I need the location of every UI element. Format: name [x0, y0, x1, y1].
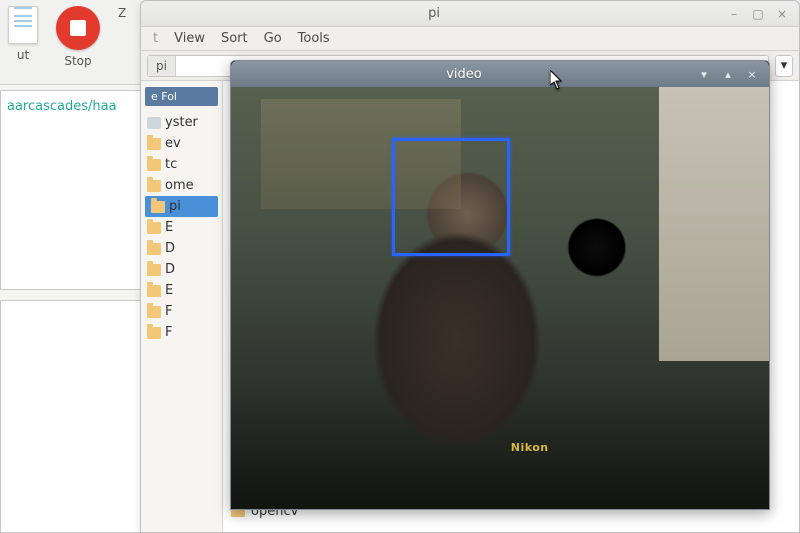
document-icon[interactable]: [8, 6, 38, 44]
folder-icon: [147, 138, 161, 150]
sidebar-item[interactable]: D: [141, 259, 222, 280]
sidebar-item[interactable]: tc: [141, 154, 222, 175]
folder-icon: [147, 264, 161, 276]
ide-toolbar: ut Stop Z: [0, 0, 159, 85]
sidebar-item-label: D: [165, 241, 175, 256]
stop-label: Stop: [64, 54, 91, 68]
maximize-icon[interactable]: ▴: [721, 67, 735, 81]
chevron-down-icon: ▾: [781, 58, 788, 73]
folder-icon: [147, 285, 161, 297]
close-icon[interactable]: ×: [775, 7, 789, 21]
sidebar-item-label: ome: [165, 178, 194, 193]
stop-icon: [70, 20, 86, 36]
fm-window-controls: – ▢ ×: [727, 7, 799, 21]
editor-text: aarcascades/haa: [7, 99, 117, 114]
fm-path-segment[interactable]: pi: [148, 56, 176, 76]
video-window: video ▾ ▴ × Nikon: [230, 60, 770, 510]
menu-item-tools[interactable]: Tools: [298, 31, 330, 46]
sidebar-item[interactable]: E: [141, 217, 222, 238]
ide-stop-tool: Stop: [56, 6, 100, 68]
sidebar-item-label: D: [165, 262, 175, 277]
folder-icon: [147, 306, 161, 318]
menu-item-go[interactable]: Go: [264, 31, 282, 46]
sidebar-item[interactable]: E: [141, 280, 222, 301]
sidebar-item[interactable]: F: [141, 301, 222, 322]
fm-menubar: t View Sort Go Tools: [141, 27, 799, 51]
sidebar-item[interactable]: F: [141, 322, 222, 343]
menu-item-view[interactable]: View: [174, 31, 205, 46]
ide-panel: ut Stop Z aarcascades/haa: [0, 0, 160, 533]
sidebar-item[interactable]: yster: [141, 112, 222, 133]
sidebar-item-label: E: [165, 220, 173, 235]
video-canvas: Nikon: [231, 87, 769, 509]
menu-item-sort[interactable]: Sort: [221, 31, 248, 46]
close-icon[interactable]: ×: [745, 67, 759, 81]
folder-icon: [151, 201, 165, 213]
sidebar-item-label: F: [165, 304, 172, 319]
folder-icon: [147, 159, 161, 171]
sidebar-item-label: yster: [165, 115, 198, 130]
ide-zoom-tool: Z: [118, 6, 126, 20]
minimize-icon[interactable]: ▾: [697, 67, 711, 81]
fm-path-dropdown[interactable]: ▾: [775, 55, 793, 77]
minimize-icon[interactable]: –: [727, 7, 741, 21]
menu-item-trunc[interactable]: t: [153, 31, 158, 46]
sidebar-item[interactable]: ome: [141, 175, 222, 196]
ide-ut-label: ut: [17, 48, 29, 62]
ide-editor[interactable]: aarcascades/haa: [0, 90, 159, 290]
sidebar-item-label: pi: [169, 199, 181, 214]
video-window-controls: ▾ ▴ ×: [697, 67, 769, 81]
video-title: video: [231, 67, 697, 82]
ide-doc-tool: ut: [8, 6, 38, 62]
sidebar-item-pi[interactable]: pi: [145, 196, 218, 217]
fm-title: pi: [141, 6, 727, 21]
folder-icon: [147, 327, 161, 339]
face-detection-box: [392, 138, 510, 256]
stop-button[interactable]: [56, 6, 100, 50]
background-wall: [659, 87, 769, 361]
sidebar-header: e Fol: [145, 87, 218, 106]
fm-sidebar: e Fol yster ev tc ome pi E D D E F F: [141, 81, 223, 532]
sidebar-item-label: F: [165, 325, 172, 340]
sidebar-item[interactable]: D: [141, 238, 222, 259]
zoom-label: Z: [118, 6, 126, 20]
disk-icon: [147, 117, 161, 129]
fm-titlebar[interactable]: pi – ▢ ×: [141, 1, 799, 27]
camera-logo: Nikon: [511, 441, 549, 454]
sidebar-item[interactable]: ev: [141, 133, 222, 154]
maximize-icon[interactable]: ▢: [751, 7, 765, 21]
folder-icon: [147, 222, 161, 234]
folder-icon: [147, 243, 161, 255]
sidebar-item-label: E: [165, 283, 173, 298]
folder-icon: [147, 180, 161, 192]
ide-shell[interactable]: [0, 300, 159, 533]
sidebar-item-label: tc: [165, 157, 177, 172]
sidebar-item-label: ev: [165, 136, 181, 151]
video-titlebar[interactable]: video ▾ ▴ ×: [231, 61, 769, 87]
